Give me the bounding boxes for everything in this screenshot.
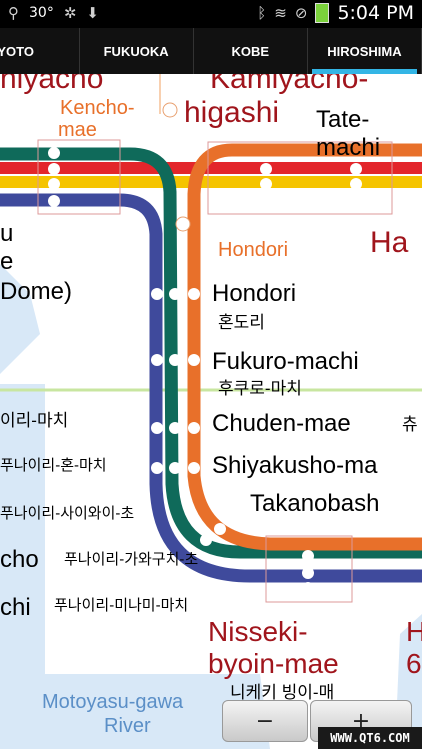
settings-icon: ✲ <box>63 4 77 22</box>
tab-hiroshima[interactable]: HIROSHIMA <box>308 28 422 74</box>
river-label-motoyasu: Motoyasu-gawa <box>42 691 184 713</box>
station-label-fukuro: Fukuro-machi <box>212 348 359 375</box>
station-label-nisseki-kr: 니케키 빙이-매 <box>230 683 335 702</box>
station-label-cho: cho <box>0 546 39 573</box>
station-label-hondori: Hondori <box>212 280 297 307</box>
station-label-takanobashi: Takanobash <box>250 490 380 517</box>
station-label-ha: Ha <box>370 226 409 259</box>
station-label-kamiyacho: Kamiyacho- <box>210 74 369 95</box>
station-label-chi: chi <box>0 594 31 621</box>
station-marker <box>162 102 178 118</box>
station-label-hondori-kr: 혼도리 <box>218 313 265 332</box>
station-label-u: u <box>0 220 14 247</box>
watermark: WWW.QT6.COM <box>318 727 422 749</box>
station-label-funairi-machi-kr: 이리-마치 <box>0 411 69 430</box>
station-label-nisseki: Nisseki- <box>208 616 308 647</box>
no-sim-icon: ⊘ <box>294 4 308 22</box>
station-label-e: e <box>0 248 14 275</box>
station-label-hondori-orange: Hondori <box>218 239 289 261</box>
station-label-kencho-mae: mae <box>58 119 97 141</box>
station-label-byoin: byoin-mae <box>208 648 339 679</box>
zoom-out-icon: − <box>255 708 275 734</box>
download-icon: ⬇ <box>86 4 99 22</box>
tab-kyoto[interactable]: KYOTO <box>0 28 80 74</box>
station-label-higashi: higashi <box>184 96 280 129</box>
route-map[interactable]: Kamiyacho- higashi hiyacho Kencho- mae T… <box>0 74 422 749</box>
station-label-chuden: Chuden-mae <box>212 410 351 437</box>
station-label-kencho: Kencho- <box>60 97 135 119</box>
station-marker <box>175 216 191 232</box>
status-bar: ⚲ 30° ✲ ⬇ ᛒ ≋ ⊘ 5:04 PM <box>0 0 422 28</box>
bluetooth-icon: ᛒ <box>257 4 267 22</box>
station-label-h-right: H <box>406 616 422 647</box>
clock: 5:04 PM <box>337 2 414 24</box>
battery-icon <box>315 3 330 23</box>
station-label-chuden-kr: 츄 <box>402 415 418 434</box>
river-label-river: River <box>104 715 151 737</box>
station-label-funairi-mina-kr: 푸나이리-미나미-마치 <box>54 597 189 614</box>
water-area <box>0 384 45 694</box>
station-label-6-right: 6 <box>406 648 422 679</box>
station-label-shiyakusho: Shiyakusho-ma <box>212 452 378 479</box>
temperature: 30° <box>29 5 54 21</box>
city-tab-bar: KYOTO FUKUOKA KOBE HIROSHIMA <box>0 28 422 74</box>
station-label-funairi-gawa-kr: 푸나이리-가와구치-초 <box>64 551 199 568</box>
station-label-tate: Tate- <box>316 106 370 133</box>
zoom-out-button[interactable]: − <box>222 700 308 742</box>
orange-line <box>187 143 422 551</box>
station-label-hiyacho: hiyacho <box>0 74 104 95</box>
station-label-fukuro-kr: 후쿠로-마치 <box>218 379 302 398</box>
station-label-funairi-sai-kr: 푸나이리-사이와이-초 <box>0 505 135 522</box>
tab-kobe[interactable]: KOBE <box>194 28 308 74</box>
vibrate-icon: ≋ <box>274 4 287 22</box>
tab-fukuoka[interactable]: FUKUOKA <box>80 28 194 74</box>
station-label-tate-machi: machi <box>316 134 381 161</box>
station-label-funairi-hon-kr: 푸나이리-혼-마치 <box>0 457 107 474</box>
signal-icon: ⚲ <box>8 4 19 22</box>
station-label-dome: Dome) <box>0 278 73 305</box>
